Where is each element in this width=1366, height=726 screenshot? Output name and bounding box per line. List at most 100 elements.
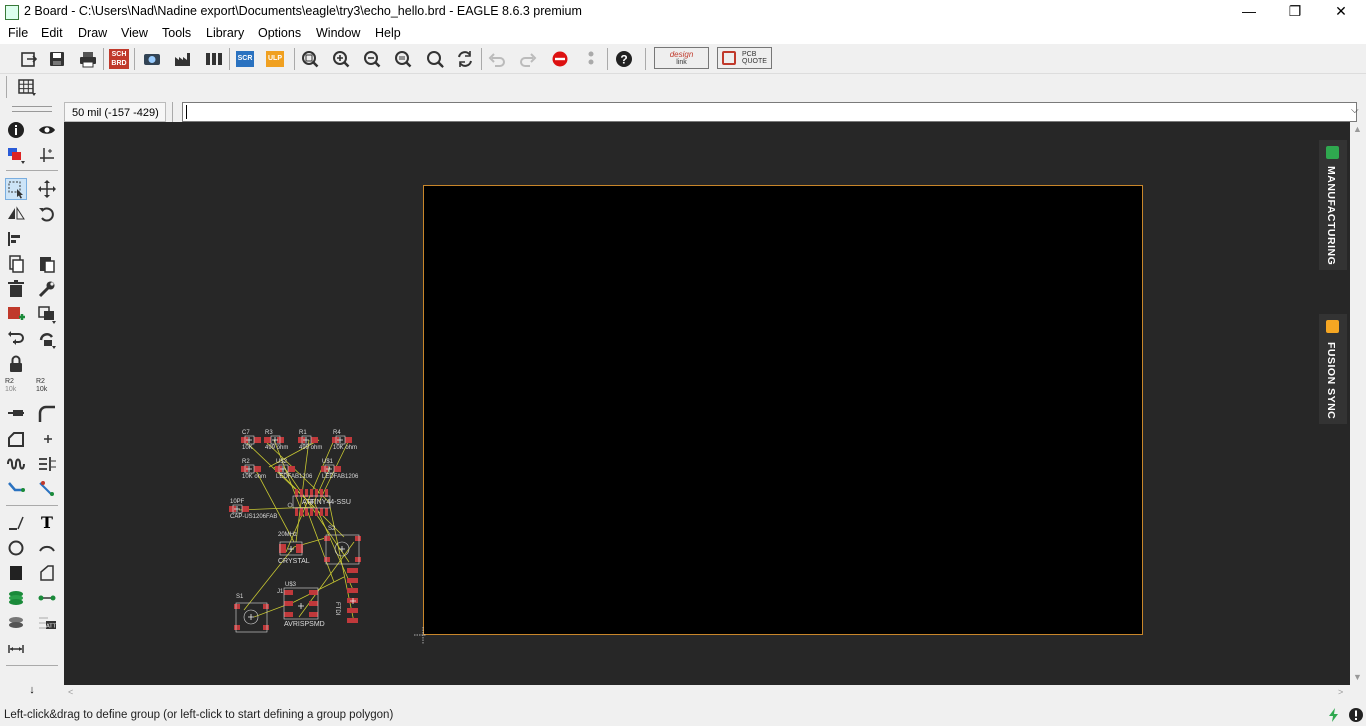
- text-tool-icon[interactable]: T: [36, 512, 58, 534]
- ripup-icon[interactable]: [36, 428, 58, 450]
- swap-icon[interactable]: [5, 328, 27, 350]
- rotate-icon[interactable]: [36, 203, 58, 225]
- print-icon[interactable]: [77, 48, 99, 70]
- expand-tools-icon[interactable]: ↓: [21, 684, 43, 706]
- library-icon[interactable]: [203, 48, 225, 70]
- part-label: S2: [328, 526, 336, 532]
- via-icon[interactable]: [5, 587, 27, 609]
- miter-icon[interactable]: [36, 403, 58, 425]
- lightning-icon[interactable]: [1326, 707, 1342, 723]
- help-icon[interactable]: ?: [613, 48, 635, 70]
- rectangle-tool-icon[interactable]: [5, 562, 27, 584]
- undo-icon[interactable]: [486, 48, 508, 70]
- manufacturing-tab[interactable]: MANUFACTURING: [1319, 140, 1347, 270]
- toolbar-separator: [6, 76, 7, 98]
- scroll-left-arrow-icon[interactable]: <: [68, 687, 73, 697]
- design-link-button[interactable]: design link: [654, 47, 709, 69]
- go-icon[interactable]: [580, 48, 602, 70]
- align-icon[interactable]: [5, 228, 27, 250]
- command-history-dropdown[interactable]: ⌵: [1351, 105, 1359, 116]
- save-icon[interactable]: [46, 48, 68, 70]
- arc-tool-icon[interactable]: [36, 537, 58, 559]
- command-input[interactable]: [182, 102, 1357, 122]
- circle-tool-icon[interactable]: [5, 537, 27, 559]
- part-value: 20MHz: [278, 532, 298, 538]
- minimize-button[interactable]: —: [1226, 0, 1272, 24]
- open-icon[interactable]: [18, 48, 40, 70]
- mark-icon[interactable]: [36, 144, 58, 166]
- redo-icon[interactable]: [517, 48, 539, 70]
- polygon-tool-icon[interactable]: [36, 562, 58, 584]
- manufacturing-icon[interactable]: [172, 48, 194, 70]
- split-icon[interactable]: [5, 403, 27, 425]
- menu-options[interactable]: Options: [258, 26, 301, 40]
- maximize-button[interactable]: ❐: [1272, 0, 1318, 24]
- info-icon[interactable]: [5, 119, 27, 141]
- part-value: 499 ohm: [299, 445, 323, 451]
- menu-file[interactable]: File: [8, 26, 28, 40]
- grid-icon[interactable]: [16, 76, 38, 98]
- bus-align-icon[interactable]: [36, 453, 58, 475]
- warning-info-icon[interactable]: [1348, 707, 1364, 723]
- pcb-quote-button[interactable]: PCB QUOTE: [717, 47, 772, 69]
- attribute-icon[interactable]: ATT: [36, 612, 58, 634]
- part-value: 10K: [242, 445, 253, 451]
- menu-edit[interactable]: Edit: [41, 26, 63, 40]
- part-label: 10PF: [230, 499, 245, 505]
- cam-icon[interactable]: [141, 48, 163, 70]
- show-eye-icon[interactable]: [36, 119, 58, 141]
- route-icon[interactable]: [5, 478, 27, 500]
- fusion-sync-tab[interactable]: FUSION SYNC: [1319, 314, 1347, 424]
- sch-brd-switch-icon[interactable]: SCH BRD: [109, 49, 129, 69]
- menu-library[interactable]: Library: [206, 26, 244, 40]
- board-editor-canvas[interactable]: C7 R3 R1 R4 10K 499 ohm 499 ohm 10K ohm …: [64, 122, 1350, 685]
- mirror-icon[interactable]: [5, 203, 27, 225]
- parts-layer: [229, 435, 426, 644]
- add-part-icon[interactable]: [5, 303, 27, 325]
- zoom-fit-icon[interactable]: [299, 48, 321, 70]
- horizontal-scrollbar[interactable]: < >: [64, 685, 1350, 701]
- zoom-select-icon[interactable]: [392, 48, 414, 70]
- part-label: U$3: [285, 582, 297, 588]
- vertical-scrollbar[interactable]: ▲ ▼: [1350, 122, 1366, 685]
- scroll-up-arrow-icon[interactable]: ▲: [1353, 124, 1362, 134]
- menu-window[interactable]: Window: [316, 26, 360, 40]
- wrench-icon[interactable]: [36, 278, 58, 300]
- ulp-button[interactable]: ULP: [266, 51, 284, 67]
- signal-icon[interactable]: [36, 587, 58, 609]
- copy-icon[interactable]: [5, 253, 27, 275]
- scroll-down-arrow-icon[interactable]: ▼: [1353, 672, 1362, 682]
- delete-icon[interactable]: [5, 278, 27, 300]
- close-button[interactable]: ✕: [1318, 0, 1364, 24]
- menu-view[interactable]: View: [121, 26, 148, 40]
- paste-icon[interactable]: [36, 253, 58, 275]
- lock-icon[interactable]: [5, 353, 27, 375]
- stop-icon[interactable]: [549, 48, 571, 70]
- meander-icon[interactable]: [5, 453, 27, 475]
- panel-grip[interactable]: [12, 106, 52, 112]
- menu-draw[interactable]: Draw: [78, 26, 107, 40]
- scroll-right-arrow-icon[interactable]: >: [1338, 687, 1343, 697]
- ratsnest-icon[interactable]: [36, 478, 58, 500]
- design-link-bottom: link: [676, 59, 687, 66]
- part-value: LEDFAB1206: [322, 474, 359, 480]
- line-tool-icon[interactable]: [5, 512, 27, 534]
- zoom-out-icon[interactable]: [361, 48, 383, 70]
- hole-icon[interactable]: [5, 612, 27, 634]
- replace-icon[interactable]: [36, 303, 58, 325]
- lock-rotate-icon[interactable]: [36, 328, 58, 350]
- group-tool-icon[interactable]: [5, 178, 27, 200]
- menu-help[interactable]: Help: [375, 26, 401, 40]
- name-tool-icon[interactable]: R2 10k: [5, 378, 27, 400]
- redraw-icon[interactable]: [454, 48, 476, 70]
- menu-tools[interactable]: Tools: [162, 26, 191, 40]
- zoom-in-icon[interactable]: [330, 48, 352, 70]
- layer-settings-icon[interactable]: [5, 144, 27, 166]
- value-tool-icon[interactable]: R2 10k: [36, 378, 58, 400]
- dimension-icon[interactable]: [5, 637, 27, 659]
- optimize-icon[interactable]: [5, 428, 27, 450]
- zoom-last-icon[interactable]: [424, 48, 446, 70]
- script-button[interactable]: SCR: [236, 51, 254, 67]
- move-icon[interactable]: [36, 178, 58, 200]
- toolbar-separator: [481, 48, 482, 70]
